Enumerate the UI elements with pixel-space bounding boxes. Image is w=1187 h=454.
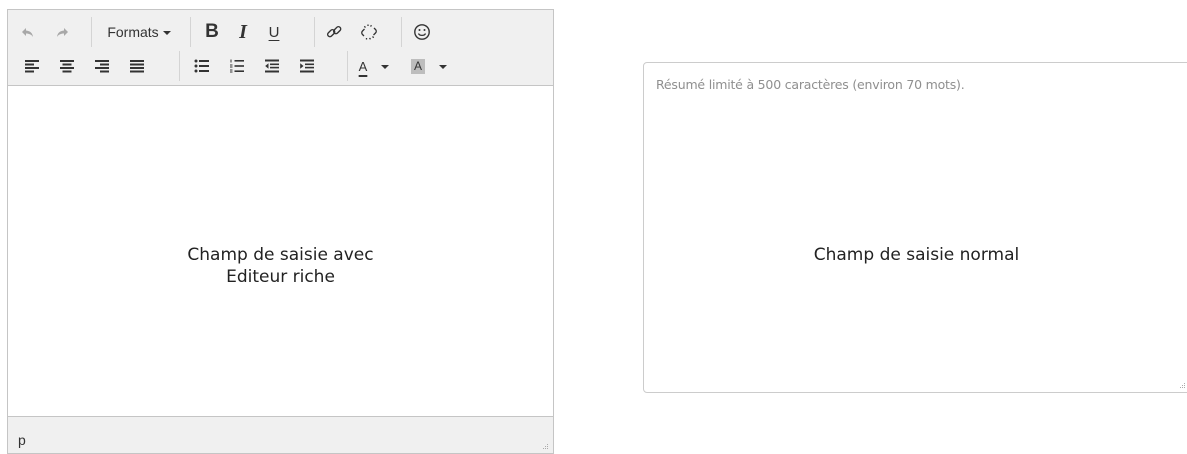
- italic-button[interactable]: I: [229, 18, 257, 46]
- align-left-icon: [25, 60, 39, 73]
- background-color-button[interactable]: A: [405, 52, 453, 80]
- summary-textarea[interactable]: Résumé limité à 500 caractères (environ …: [643, 62, 1187, 393]
- underline-icon: U: [268, 23, 280, 41]
- editor-content-text: Champ de saisie avec Editeur riche: [8, 244, 553, 288]
- outdent-button[interactable]: [258, 52, 286, 80]
- font-color-icon: A: [358, 58, 368, 74]
- rich-text-editor: Formats B I U A A Champ de saisie avec E…: [7, 9, 554, 454]
- indent-button[interactable]: [293, 52, 321, 80]
- align-center-button[interactable]: [53, 52, 81, 80]
- emoticon-icon: [414, 24, 430, 40]
- summary-placeholder: Résumé limité à 500 caractères (environ …: [656, 77, 965, 92]
- align-justify-button[interactable]: [123, 52, 151, 80]
- align-right-button[interactable]: [88, 52, 116, 80]
- undo-button[interactable]: [14, 18, 42, 46]
- indent-icon: [300, 59, 314, 73]
- editor-content-area[interactable]: Champ de saisie avec Editeur riche: [8, 86, 553, 417]
- underline-button[interactable]: U: [260, 18, 288, 46]
- emoticons-button[interactable]: [408, 18, 436, 46]
- toolbar-separator: [179, 51, 180, 81]
- redo-icon: [57, 28, 68, 37]
- editor-toolbar: Formats B I U A A: [8, 10, 553, 86]
- align-center-icon: [60, 60, 74, 73]
- formats-dropdown[interactable]: Formats: [97, 18, 181, 46]
- toolbar-separator: [347, 51, 348, 81]
- background-color-icon: A: [410, 58, 425, 74]
- toolbar-separator: [91, 17, 92, 47]
- plain-field-text: Champ de saisie normal: [813, 245, 1020, 265]
- editor-content-line-2: Editeur riche: [226, 267, 335, 287]
- bold-icon: B: [205, 21, 219, 42]
- italic-icon: I: [239, 20, 247, 43]
- align-left-button[interactable]: [18, 52, 46, 80]
- redo-button[interactable]: [48, 18, 76, 46]
- unlink-icon: [361, 24, 377, 40]
- bullet-list-button[interactable]: [188, 52, 216, 80]
- editor-content-line-1: Champ de saisie avec: [187, 245, 374, 265]
- numbered-list-icon: [230, 59, 244, 73]
- unlink-button[interactable]: [355, 18, 383, 46]
- align-right-icon: [95, 60, 109, 73]
- link-icon: [326, 25, 342, 38]
- resize-handle-icon[interactable]: [543, 444, 549, 450]
- toolbar-separator: [401, 17, 402, 47]
- bold-button[interactable]: B: [198, 18, 226, 46]
- toolbar-row-1: Formats B I U: [8, 15, 553, 49]
- link-button[interactable]: [320, 18, 348, 46]
- font-color-button[interactable]: A: [353, 52, 395, 80]
- numbered-list-button[interactable]: [223, 52, 251, 80]
- outdent-icon: [265, 59, 279, 73]
- toolbar-separator: [314, 17, 315, 47]
- editor-status-bar: p: [8, 416, 553, 453]
- chevron-down-icon: [162, 31, 171, 35]
- toolbar-row-2: A A: [8, 49, 553, 83]
- chevron-down-icon: [439, 65, 447, 69]
- bullet-list-icon: [194, 59, 209, 73]
- resize-handle-icon[interactable]: [1180, 383, 1186, 389]
- element-path[interactable]: p: [18, 432, 26, 448]
- undo-icon: [22, 28, 33, 37]
- chevron-down-icon: [381, 65, 390, 69]
- toolbar-separator: [190, 17, 191, 47]
- align-justify-icon: [130, 60, 144, 73]
- formats-label: Formats: [107, 24, 159, 40]
